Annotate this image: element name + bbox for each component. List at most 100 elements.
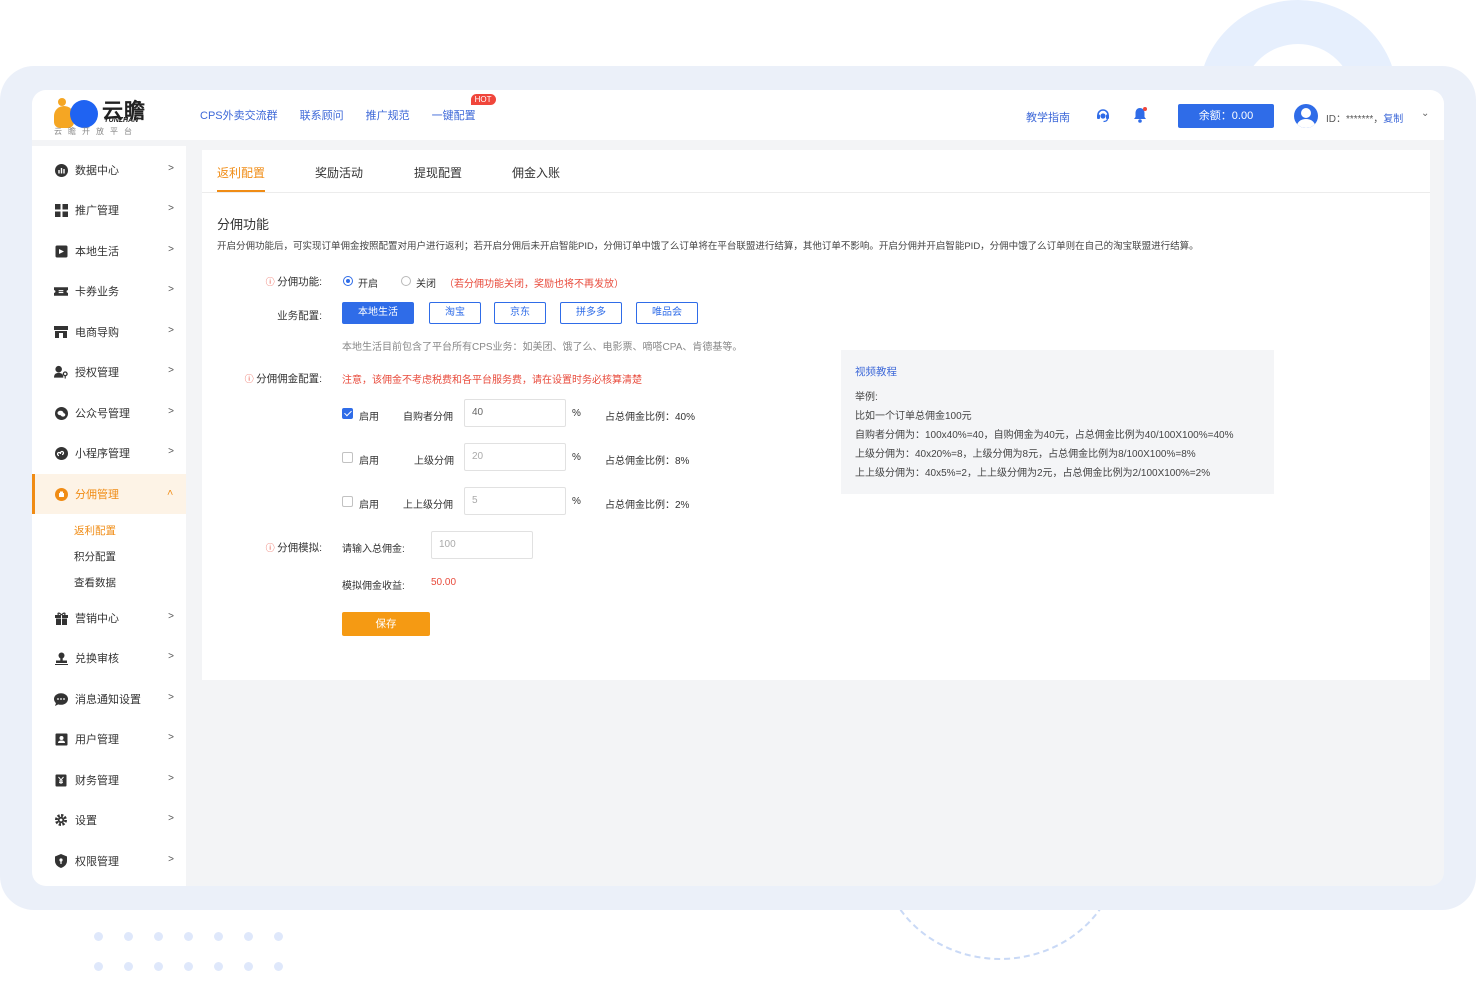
self-commission-enable-label: 启用 [359, 412, 379, 423]
sidebar-item-user-management[interactable]: 用户管理 > [32, 719, 186, 759]
sidebar-item-label: 电商导购 [75, 327, 119, 339]
tutorial-line: 上级分佣为：40x20%=8，上级分佣为8元，占总佣金比例为8/100X100%… [855, 449, 1196, 460]
sidebar-sub-points-config[interactable]: 积分配置 [74, 549, 116, 564]
sidebar-item-commission[interactable]: 分佣管理 > [32, 474, 186, 514]
sidebar-item-label: 推广管理 [75, 205, 119, 217]
commission-warning: 注意，该佣金不考虑税费和各平台服务费，请在设置时务必核算清楚 [342, 375, 642, 386]
tab-withdraw-config[interactable]: 提现配置 [414, 164, 462, 181]
self-commission-checkbox[interactable] [342, 408, 353, 419]
chevron-right-icon: > [168, 732, 174, 743]
sidebar-item-message-settings[interactable]: 消息通知设置 > [32, 679, 186, 719]
chevron-right-icon: > [168, 854, 174, 865]
topnav-contact[interactable]: 联系顾问 [300, 107, 344, 123]
tab-reward-activity[interactable]: 奖励活动 [315, 164, 363, 181]
top-nav: CPS外卖交流群 联系顾问 推广规范 一键配置 HOT [200, 90, 498, 140]
chevron-right-icon: > [168, 325, 174, 336]
sidebar-item-label: 用户管理 [75, 734, 119, 746]
parent-commission-input[interactable]: 20 [464, 443, 566, 471]
customer-service-icon[interactable] [1095, 107, 1111, 123]
sidebar-item-promotion[interactable]: 推广管理 > [32, 190, 186, 230]
save-button[interactable]: 保存 [342, 612, 430, 636]
balance-button[interactable]: 余额：0.00 [1178, 104, 1274, 128]
sidebar-sub-rebate-config[interactable]: 返利配置 [74, 523, 116, 538]
chart-icon [54, 163, 68, 177]
wechat-icon [54, 406, 68, 420]
decorative-dots [94, 904, 294, 974]
user-key-icon [54, 365, 68, 379]
grandparent-commission-input[interactable]: 5 [464, 487, 566, 515]
self-commission-label: 自购者分佣 [403, 412, 453, 423]
tab-active-indicator [217, 190, 265, 192]
sidebar-item-authorization[interactable]: 授权管理 > [32, 352, 186, 392]
sidebar-item-finance[interactable]: 财务管理 > [32, 760, 186, 800]
sidebar-item-ecommerce[interactable]: 电商导购 > [32, 312, 186, 352]
sidebar-item-mini-program[interactable]: 小程序管理 > [32, 433, 186, 473]
sidebar-item-label: 财务管理 [75, 775, 119, 787]
message-icon [54, 692, 68, 706]
mini-program-icon [54, 446, 68, 460]
chevron-right-icon: > [168, 692, 174, 703]
topnav-rules[interactable]: 推广规范 [366, 107, 410, 123]
simulation-input[interactable]: 100 [431, 531, 533, 559]
sidebar-item-label: 设置 [75, 815, 97, 827]
parent-commission-checkbox[interactable] [342, 452, 353, 463]
grandparent-commission-unit: % [572, 496, 581, 507]
gift-icon [54, 611, 68, 625]
biz-button-taobao[interactable]: 淘宝 [429, 302, 481, 324]
sidebar-item-local-life[interactable]: 本地生活 > [32, 231, 186, 271]
radio-enable[interactable] [343, 276, 353, 286]
avatar[interactable] [1294, 104, 1318, 128]
sidebar-item-marketing[interactable]: 营销中心 > [32, 598, 186, 638]
tab-commission-entry[interactable]: 佣金入账 [512, 164, 560, 181]
stamp-icon [54, 651, 68, 665]
sidebar-item-coupons[interactable]: 卡券业务 > [32, 271, 186, 311]
chevron-right-icon: > [168, 773, 174, 784]
top-header: 云瞻 YUNZHAN 云瞻开放平台 CPS外卖交流群 联系顾问 推广规范 一键配… [32, 90, 1444, 140]
sidebar-sub-view-data[interactable]: 查看数据 [74, 575, 116, 590]
finance-icon [54, 773, 68, 787]
notification-bell-icon[interactable] [1132, 106, 1148, 124]
sidebar: 数据中心 > 推广管理 > 本地生活 > 卡券业务 > 电商导购 > 授权管理 … [32, 146, 186, 886]
biz-button-jd[interactable]: 京东 [494, 302, 546, 324]
radio-disable[interactable] [401, 276, 411, 286]
parent-commission-enable-label: 启用 [359, 456, 379, 467]
sidebar-item-settings[interactable]: 设置 > [32, 800, 186, 840]
self-commission-input[interactable]: 40 [464, 399, 566, 427]
commission-function-label-text: 分佣功能: [277, 276, 322, 288]
biz-button-pdd[interactable]: 拼多多 [560, 302, 622, 324]
simulation-label-text: 分佣模拟: [277, 542, 322, 554]
sidebar-item-exchange-review[interactable]: 兑换审核 > [32, 638, 186, 678]
self-commission-ratio: 占总佣金比例：40% [605, 412, 696, 423]
video-tutorial-link[interactable]: 视频教程 [855, 364, 897, 379]
biz-button-local-life[interactable]: 本地生活 [342, 302, 414, 324]
gear-icon [54, 813, 68, 827]
grandparent-commission-checkbox[interactable] [342, 496, 353, 507]
chevron-down-icon[interactable]: ⌄ [1421, 108, 1429, 119]
section-title: 分佣功能 [217, 217, 270, 232]
topnav-cps-group[interactable]: CPS外卖交流群 [200, 107, 278, 123]
chevron-right-icon: > [168, 244, 174, 255]
tab-bar: 返利配置 奖励活动 提现配置 佣金入账 [202, 150, 1430, 193]
sidebar-item-label: 卡券业务 [75, 286, 119, 298]
contacts-icon [54, 732, 68, 746]
tab-rebate-config[interactable]: 返利配置 [217, 164, 265, 181]
logo[interactable]: 云瞻 YUNZHAN 云瞻开放平台 [52, 95, 192, 139]
sidebar-item-permissions[interactable]: 权限管理 > [32, 841, 186, 881]
topnav-one-click-config[interactable]: 一键配置 HOT [432, 94, 496, 123]
section-description: 开启分佣功能后，可实现订单佣金按照配置对用户进行返利；若开启分佣后未开启智能PI… [217, 241, 1199, 252]
guide-link[interactable]: 教学指南 [1026, 109, 1070, 125]
commission-function-label: ⓘ 分佣功能: [266, 274, 322, 289]
help-circle-icon: ⓘ [265, 543, 278, 553]
sidebar-item-official-account[interactable]: 公众号管理 > [32, 393, 186, 433]
sidebar-item-label: 兑换审核 [75, 653, 119, 665]
function-note: （若分佣功能关闭，奖励也将不再发放） [444, 279, 624, 290]
hot-badge: HOT [470, 94, 496, 105]
sidebar-item-data-center[interactable]: 数据中心 > [32, 150, 186, 190]
simulation-input-label: 请输入总佣金: [342, 544, 405, 555]
biz-button-vip[interactable]: 唯品会 [636, 302, 698, 324]
sidebar-item-label: 小程序管理 [75, 448, 130, 460]
chevron-right-icon: > [168, 163, 174, 174]
sidebar-item-label: 权限管理 [75, 856, 119, 868]
chevron-right-icon: > [168, 284, 174, 295]
copy-id-link[interactable]: 复制 [1383, 114, 1403, 125]
